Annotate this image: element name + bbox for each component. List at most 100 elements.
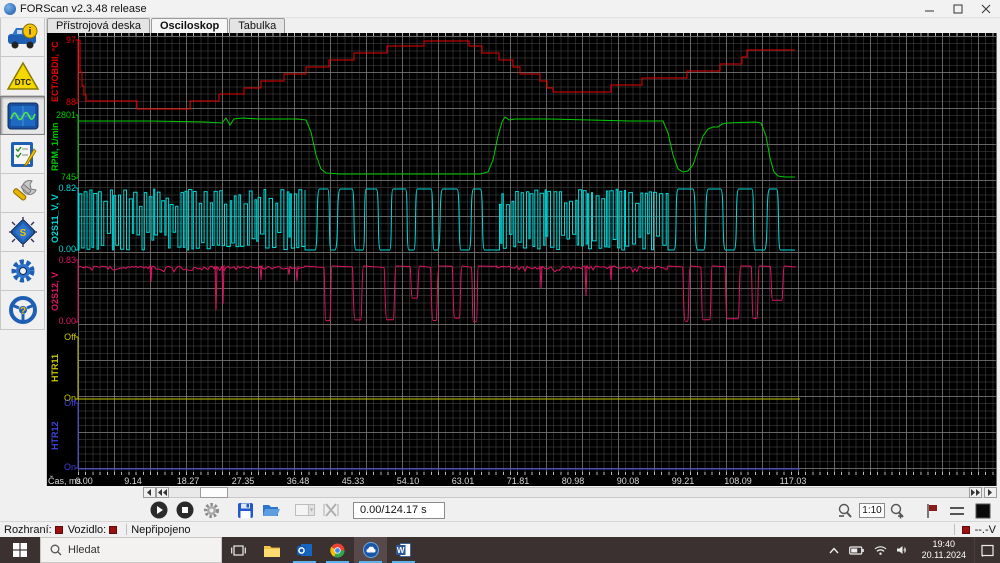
interface-label: Rozhraní: <box>4 524 52 536</box>
sidebar-item-tests[interactable] <box>0 135 45 174</box>
tab-bar: Přístrojová deska Osciloskop Tabulka <box>47 18 1000 33</box>
search-icon <box>50 544 62 556</box>
horizontal-scrollbar <box>0 486 1000 499</box>
taskbar-item-chrome[interactable] <box>321 537 354 563</box>
svg-text:S: S <box>19 228 26 239</box>
arrow-left-icon <box>146 489 153 496</box>
tray-chevron-up-icon[interactable] <box>829 547 839 554</box>
oscilloscope-plot[interactable]: Čas, ms ECT/OBDII, °C9788RPM, 1/min28017… <box>47 33 997 486</box>
marker-mode-button[interactable] <box>919 501 943 521</box>
tray-volume-icon[interactable] <box>897 545 909 555</box>
battery-status-indicator <box>962 526 970 534</box>
waveform-trace <box>76 188 79 250</box>
notification-icon <box>981 544 994 557</box>
waveform-trace <box>78 117 795 177</box>
scroll-left-button[interactable] <box>143 487 156 498</box>
taskbar-item-file-explorer[interactable] <box>255 537 288 563</box>
car-info-icon: i <box>6 22 40 52</box>
tab-pristrojova-deska[interactable]: Přístrojová deska <box>47 18 150 33</box>
sidebar-item-service[interactable] <box>0 174 45 213</box>
play-icon <box>150 501 168 519</box>
clock-time: 19:40 <box>922 539 966 550</box>
waveform-trace <box>78 189 795 250</box>
save-floppy-icon <box>237 502 254 519</box>
tab-tabulka[interactable]: Tabulka <box>229 18 285 33</box>
taskbar-search-box[interactable]: Hledat <box>40 537 222 563</box>
scroll-right-fast-button[interactable] <box>969 487 982 498</box>
wrench-icon <box>7 178 39 208</box>
sidebar-item-settings[interactable] <box>0 252 45 291</box>
svg-text:W: W <box>397 546 405 555</box>
minimize-button[interactable] <box>916 0 944 18</box>
waveform-trace <box>76 40 79 103</box>
taskbar-clock[interactable]: 19:40 20.11.2024 <box>922 539 966 561</box>
clock-date: 20.11.2024 <box>922 550 966 561</box>
waveform-trace <box>76 337 79 399</box>
scroll-left-fast-button[interactable] <box>156 487 169 498</box>
magnifier-minus-icon <box>837 503 853 519</box>
marker-select-dropdown[interactable] <box>293 500 317 520</box>
taskbar-item-forscan[interactable] <box>354 537 387 563</box>
waveform-trace <box>76 260 79 322</box>
connection-status: Nepřipojeno <box>131 524 190 536</box>
background-color-button[interactable] <box>971 501 995 521</box>
scrollbar-thumb[interactable] <box>200 487 228 498</box>
tray-wifi-icon[interactable] <box>874 545 887 555</box>
sidebar-item-vehicle-info[interactable]: i <box>0 18 45 57</box>
vehicle-status-indicator <box>109 526 117 534</box>
vehicle-label: Vozidlo: <box>68 524 107 536</box>
maximize-button[interactable] <box>944 0 972 18</box>
outlook-icon <box>297 543 312 557</box>
svg-text:DTC: DTC <box>14 78 31 87</box>
battery-voltage: --.-V <box>975 524 996 536</box>
sidebar: i DTC <box>0 18 47 486</box>
sidebar-item-help[interactable]: ? <box>0 291 45 330</box>
sidebar-item-configuration[interactable]: S <box>0 213 45 252</box>
clear-markers-button[interactable] <box>319 500 343 520</box>
save-button[interactable] <box>233 500 257 520</box>
sidebar-item-oscilloscope[interactable] <box>0 96 45 135</box>
magnifier-plus-icon <box>889 503 905 519</box>
forscan-window: FORScan v2.3.48 release Přístrojová desk… <box>0 0 1000 563</box>
time-position-display: 0.00/124.17 s <box>353 502 445 519</box>
word-icon: W <box>396 543 411 557</box>
tab-osciloskop[interactable]: Osciloskop <box>151 18 228 33</box>
record-settings-button[interactable] <box>199 500 223 520</box>
tray-battery-icon[interactable] <box>849 546 864 555</box>
arrow-right-icon <box>987 489 994 496</box>
sidebar-item-dtc[interactable]: DTC <box>0 57 45 96</box>
close-button[interactable] <box>972 0 1000 18</box>
open-button[interactable] <box>259 500 283 520</box>
title-bar: FORScan v2.3.48 release <box>0 0 1000 18</box>
taskbar-item-word[interactable]: W <box>387 537 420 563</box>
waveform-trace <box>76 403 79 468</box>
zoom-scale-selector[interactable]: 1:10 <box>859 503 885 518</box>
black-square-icon <box>975 503 991 519</box>
gear-small-icon <box>203 502 220 519</box>
double-arrow-left-icon <box>158 489 167 496</box>
oscilloscope-icon <box>6 101 40 131</box>
taskbar-item-outlook[interactable] <box>288 537 321 563</box>
taskbar-item-task-view[interactable] <box>222 537 255 563</box>
waveform-trace <box>78 266 795 322</box>
waveform-canvas <box>47 33 997 486</box>
svg-text:?: ? <box>19 306 25 317</box>
windows-logo-icon <box>13 543 27 557</box>
steering-wheel-help-icon: ? <box>7 295 39 325</box>
play-button[interactable] <box>147 500 171 520</box>
zoom-in-button[interactable] <box>885 501 909 521</box>
windows-taskbar: Hledat W <box>0 537 1000 563</box>
double-arrow-right-icon <box>971 489 980 496</box>
start-button[interactable] <box>0 537 40 563</box>
marker-flag-icon <box>924 503 939 519</box>
line-style-button[interactable] <box>945 501 969 521</box>
zoom-out-button[interactable] <box>833 501 857 521</box>
waveform-trace <box>76 115 79 178</box>
stop-button[interactable] <box>173 500 197 520</box>
action-center-button[interactable] <box>974 537 1000 563</box>
scrollbar-track[interactable] <box>143 487 997 498</box>
scroll-right-button[interactable] <box>984 487 997 498</box>
clear-markers-icon <box>323 503 339 517</box>
waveform-trace <box>78 40 795 109</box>
forscan-taskbar-icon <box>363 542 379 558</box>
